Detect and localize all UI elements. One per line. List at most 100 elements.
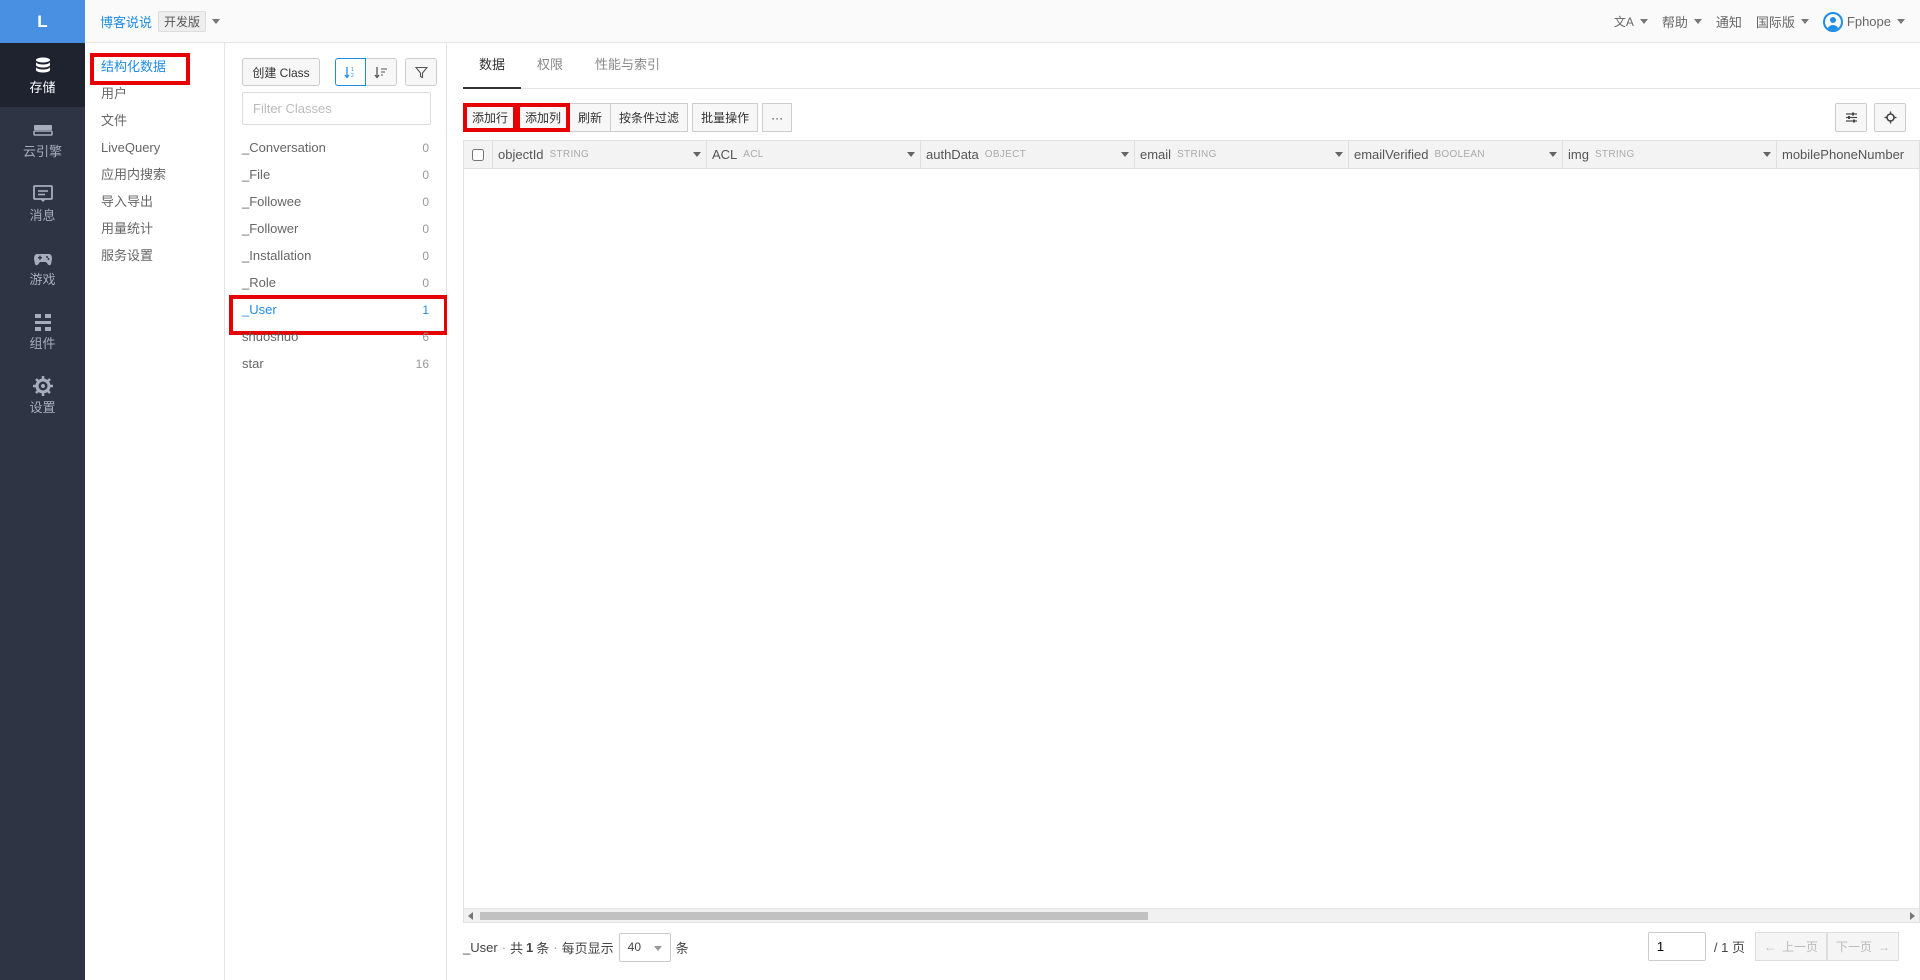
view-options (1835, 103, 1906, 132)
column-type: STRING (549, 149, 590, 160)
column-header-emailverified[interactable]: emailVerified BOOLEAN (1349, 141, 1563, 168)
class-item-file[interactable]: _File 0 (233, 161, 439, 188)
region-label: 国际版 (1755, 15, 1795, 30)
gamepad-icon (33, 254, 52, 266)
class-item-follower[interactable]: _Follower 0 (233, 215, 439, 242)
select-all-checkbox[interactable] (472, 148, 484, 161)
top-right-menu: 文A 帮助 通知 国际版 Fphope (1614, 0, 1905, 43)
database-icon (35, 57, 50, 73)
submenu-item-usage[interactable]: 用量统计 (85, 215, 224, 242)
page-number-input[interactable] (1647, 932, 1706, 961)
per-page-label: 每页显示 (561, 940, 614, 956)
gear-icon (1884, 111, 1896, 124)
scroll-left-arrow-icon[interactable] (468, 912, 473, 920)
arrow-right-icon: → (1878, 939, 1890, 954)
next-page-button[interactable]: 下一页 → (1826, 932, 1899, 961)
app-logo[interactable]: L (0, 0, 85, 43)
filter-by-condition-button[interactable]: 按条件过滤 (610, 103, 689, 132)
class-item-role[interactable]: _Role 0 (233, 269, 439, 296)
user-menu[interactable]: Fphope (1822, 11, 1905, 32)
server-icon (32, 125, 53, 136)
sort-count-button[interactable] (366, 58, 397, 86)
language-switcher[interactable]: 文A (1614, 13, 1648, 30)
nav-label: 云引擎 (22, 144, 62, 159)
nav-item-components[interactable]: 组件 (0, 299, 85, 363)
class-name: star (242, 356, 264, 371)
prev-page-button[interactable]: ← 上一页 (1754, 932, 1827, 961)
nav-item-cloud-engine[interactable]: 云引擎 (0, 107, 85, 171)
grid-body (464, 169, 1919, 893)
submenu-item-users[interactable]: 用户 (85, 80, 224, 107)
chevron-down-icon[interactable] (1330, 141, 1348, 168)
add-column-button[interactable]: 添加列 (516, 103, 571, 132)
column-type: ACL (743, 149, 764, 160)
app-name-link[interactable]: 博客说说 (100, 12, 152, 31)
class-name: _Role (242, 275, 276, 290)
column-settings-button[interactable] (1835, 103, 1867, 132)
nav-item-messages[interactable]: 消息 (0, 171, 85, 235)
chevron-down-icon[interactable] (902, 141, 920, 168)
submenu-item-search[interactable]: 应用内搜索 (85, 161, 224, 188)
column-header-acl[interactable]: ACL ACL (707, 141, 921, 168)
column-type: STRING (1177, 149, 1217, 160)
chevron-down-icon (1897, 19, 1905, 24)
submenu-item-files[interactable]: 文件 (85, 107, 224, 134)
submenu-item-structured-data[interactable]: 结构化数据 (85, 53, 224, 80)
class-count: 6 (422, 329, 429, 344)
submenu-item-service-settings[interactable]: 服务设置 (85, 242, 224, 269)
app-switcher-chevron-down-icon[interactable] (212, 18, 221, 24)
add-row-button[interactable]: 添加行 (463, 103, 518, 132)
nav-item-games[interactable]: 游戏 (0, 235, 85, 299)
class-item-installation[interactable]: _Installation 0 (233, 242, 439, 269)
top-bar: 博客说说 开发版 文A 帮助 通知 国际版 Fphope (85, 0, 1920, 43)
column-header-mobilephonenumber[interactable]: mobilePhoneNumber (1777, 141, 1919, 168)
column-header-img[interactable]: img STRING (1563, 141, 1777, 168)
notifications-link[interactable]: 通知 (1716, 12, 1742, 31)
scrollbar-thumb[interactable] (480, 912, 1148, 920)
gear-icon (32, 376, 53, 396)
nav-item-storage[interactable]: 存储 (0, 43, 85, 107)
user-name: Fphope (1846, 14, 1891, 29)
nav-label: 设置 (29, 400, 56, 415)
sort-alpha-button[interactable]: 12 (335, 58, 366, 86)
help-menu[interactable]: 帮助 (1662, 12, 1702, 31)
column-name: authData (926, 147, 979, 162)
chevron-down-icon (1800, 19, 1809, 24)
nav-item-settings[interactable]: 设置 (0, 363, 85, 427)
column-header-authdata[interactable]: authData OBJECT (921, 141, 1135, 168)
class-item-user[interactable]: _User 1 (229, 295, 448, 335)
filter-classes-input[interactable] (242, 92, 431, 125)
chevron-down-icon[interactable] (1116, 141, 1134, 168)
class-item-star[interactable]: star 16 (233, 350, 439, 377)
region-menu[interactable]: 国际版 (1756, 12, 1809, 31)
page-size-select[interactable]: 40 (618, 932, 671, 962)
submenu-item-livequery[interactable]: LiveQuery (85, 134, 224, 161)
grid-settings-button[interactable] (1874, 103, 1906, 132)
prev-label: 上一页 (1781, 940, 1818, 954)
refresh-button[interactable]: 刷新 (569, 103, 612, 132)
tab-data[interactable]: 数据 (463, 43, 522, 89)
class-item-followee[interactable]: _Followee 0 (233, 188, 439, 215)
class-item-conversation[interactable]: _Conversation 0 (233, 134, 439, 161)
filter-button[interactable] (405, 58, 437, 86)
class-item-shuoshuo[interactable]: shuoshuo 6 (233, 323, 439, 350)
chevron-down-icon[interactable] (688, 141, 706, 168)
more-button[interactable]: ··· (762, 103, 793, 132)
horizontal-scrollbar[interactable] (464, 908, 1919, 922)
tab-performance-index[interactable]: 性能与索引 (579, 43, 676, 89)
chevron-down-icon (1693, 19, 1702, 24)
scroll-right-arrow-icon[interactable] (1910, 912, 1915, 920)
chevron-down-icon[interactable] (1758, 141, 1776, 168)
submenu-item-import-export[interactable]: 导入导出 (85, 188, 224, 215)
sliders-icon (1845, 112, 1857, 123)
class-panel: 创建 Class 12 _Conversation0 _File0 _Follo… (225, 43, 448, 980)
column-header-objectid[interactable]: objectId STRING (493, 141, 707, 168)
data-grid: objectId STRING ACL ACL authData OBJECT ema… (463, 140, 1920, 923)
column-header-email[interactable]: email STRING (1135, 141, 1349, 168)
class-count: 0 (422, 248, 429, 263)
create-class-button[interactable]: 创建 Class (242, 58, 320, 86)
batch-operation-button[interactable]: 批量操作 (692, 103, 759, 132)
chevron-down-icon[interactable] (1544, 141, 1562, 168)
separator-dot: · (553, 939, 558, 955)
tab-permissions[interactable]: 权限 (521, 43, 579, 89)
